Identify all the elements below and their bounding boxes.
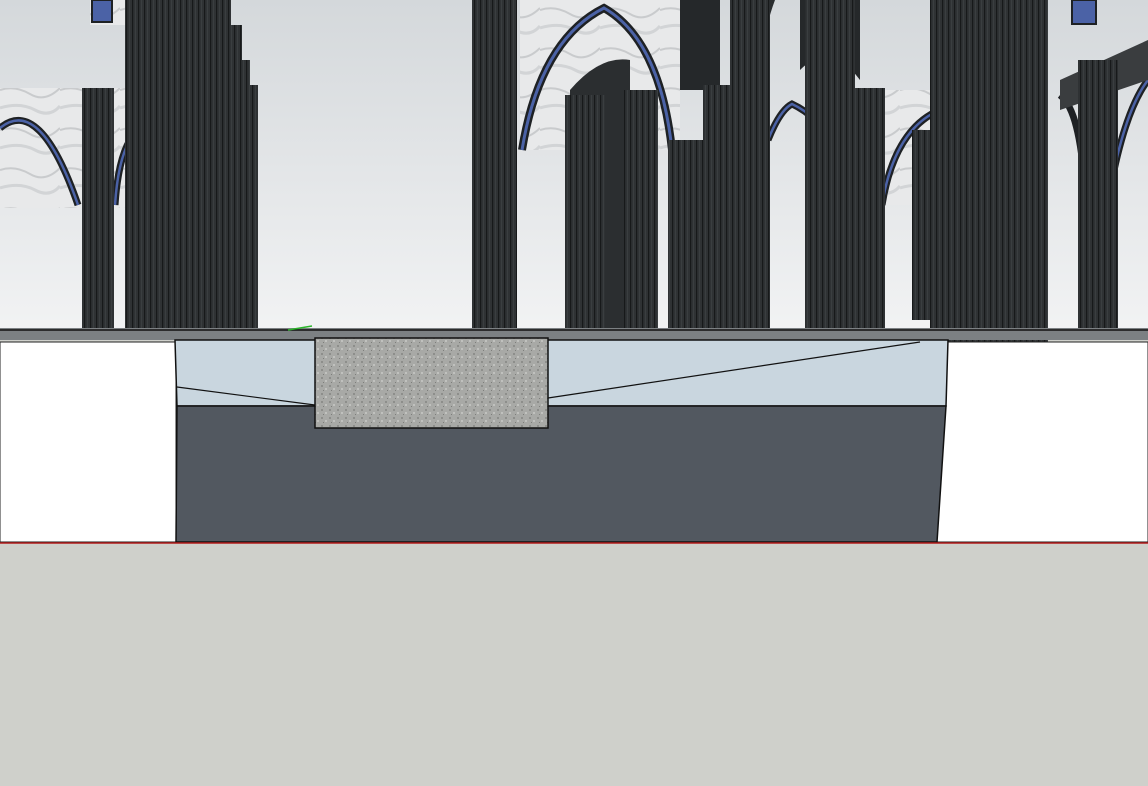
plinth-right — [936, 341, 1148, 543]
column — [850, 88, 885, 333]
column — [183, 0, 231, 336]
column — [805, 0, 855, 338]
pit-wall — [175, 405, 947, 543]
modeling-viewport[interactable] — [0, 0, 1148, 786]
arch-trim-top-right — [1071, 0, 1097, 25]
column — [930, 0, 1048, 342]
column — [668, 140, 708, 333]
column — [125, 0, 183, 340]
scene-canvas[interactable] — [0, 0, 1148, 786]
column — [1078, 60, 1118, 332]
column — [228, 25, 242, 335]
plinth-left — [0, 341, 177, 543]
arch-trim-top-left — [91, 0, 113, 23]
stone-block[interactable] — [314, 337, 549, 429]
column — [730, 0, 770, 335]
column — [472, 0, 517, 335]
column — [565, 95, 605, 331]
column — [248, 85, 258, 335]
column — [82, 88, 114, 333]
vault-rib-2 — [680, 0, 720, 90]
column — [624, 90, 658, 332]
ground-plane — [0, 543, 1148, 786]
